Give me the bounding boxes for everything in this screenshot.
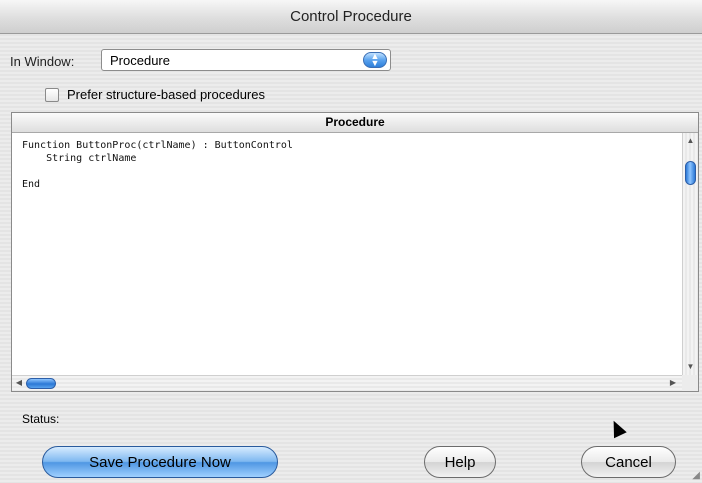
vertical-scroll-thumb[interactable] [685,161,696,185]
scroll-left-icon[interactable]: ◀ [14,377,24,389]
in-window-value: Procedure [110,53,170,68]
horizontal-scroll-thumb[interactable] [26,378,56,389]
horizontal-scrollbar[interactable]: ◀ ▶ [12,375,682,391]
status-label: Status: [22,412,60,426]
procedure-editor-header: Procedure [12,113,698,133]
window-titlebar[interactable]: Control Procedure [0,0,702,34]
in-window-label: In Window: [10,54,75,69]
procedure-editor[interactable]: Procedure Function ButtonProc(ctrlName) … [11,112,699,392]
resize-grip-icon[interactable]: ◢ [692,470,700,481]
mouse-cursor-icon [607,417,627,439]
help-button[interactable]: Help [424,446,496,478]
cancel-button[interactable]: Cancel [581,446,676,478]
scroll-down-icon[interactable]: ▼ [683,361,698,373]
scroll-right-icon[interactable]: ▶ [668,377,678,389]
scroll-up-icon[interactable]: ▲ [683,135,698,147]
scrollbar-corner [682,375,698,391]
save-procedure-button[interactable]: Save Procedure Now [42,446,278,478]
in-window-popup[interactable]: Procedure ▲ ▼ [101,49,391,71]
prefer-structure-checkbox[interactable] [45,88,59,102]
prefer-structure-label: Prefer structure-based procedures [67,87,265,102]
procedure-code[interactable]: Function ButtonProc(ctrlName) : ButtonCo… [22,139,674,369]
in-window-row: In Window: [10,53,74,75]
window-title: Control Procedure [290,8,412,25]
status-area: Status: [22,412,59,426]
vertical-scrollbar[interactable]: ▲ ▼ [682,133,698,375]
popup-arrows-icon: ▲ ▼ [363,52,387,68]
